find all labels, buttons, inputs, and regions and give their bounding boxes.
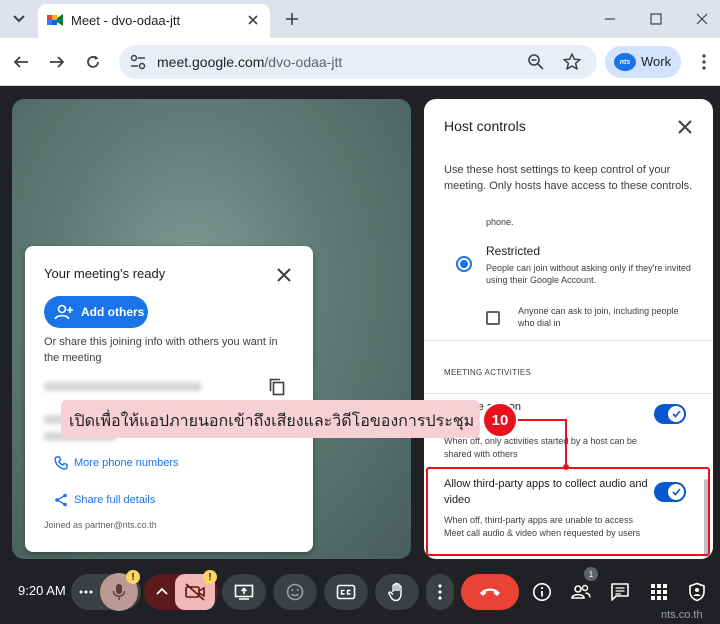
meeting-ready-title: Your meeting's ready [44,266,166,281]
host-controls-icon[interactable] [687,582,707,602]
raise-hand-button[interactable] [375,574,419,610]
check-icon [671,410,681,418]
person-add-icon [54,304,73,320]
hand-icon [388,582,402,602]
profile-button[interactable]: nts Work [605,46,681,78]
new-tab-button[interactable] [280,7,304,31]
chevron-down-icon [13,15,25,23]
arrow-left-icon [13,56,28,68]
copy-icon[interactable] [269,378,285,396]
add-others-label: Add others [81,305,145,319]
maximize-icon [650,13,662,25]
url-text: meet.google.com/dvo-odaa-jtt [157,54,342,70]
restricted-label: Restricted [486,244,541,258]
reload-icon [87,55,99,68]
url-path: /dvo-odaa-jtt [264,54,343,70]
arrow-right-icon [50,56,65,68]
people-count-badge: 1 [584,567,598,581]
tab-meet[interactable]: Meet - dvo-odaa-jtt [38,4,270,38]
profile-label: Work [641,54,672,69]
captions-icon [336,584,356,600]
share-addon-description: When off, only activities started by a h… [444,436,637,459]
anyone-ask-label: Anyone can ask to join, including people… [518,306,679,328]
joined-as-text: Joined as partner@nts.co.th [44,520,157,530]
restricted-description: People can join without asking only if t… [486,263,691,285]
more-vert-icon [438,584,442,600]
google-meet-icon [47,14,63,26]
captions-button[interactable] [324,574,368,610]
browser-toolbar: meet.google.com/dvo-odaa-jtt nts Work [0,38,720,86]
site-settings-icon[interactable] [129,53,147,71]
people-icon[interactable] [571,582,591,602]
leave-call-button[interactable] [461,574,519,610]
more-vert-icon [702,54,706,70]
apps-grid-icon[interactable] [649,582,669,602]
divider [424,393,713,394]
chevron-up-icon[interactable] [156,587,168,595]
more-horiz-icon[interactable] [79,590,93,594]
call-end-icon [480,588,500,596]
address-bar[interactable]: meet.google.com/dvo-odaa-jtt [119,45,597,79]
more-phone-numbers-label: More phone numbers [74,457,179,469]
camera-off-icon [185,583,205,601]
minimize-button[interactable] [595,6,625,32]
blurred-meeting-link [44,382,202,391]
annotation-text: เปิดเพื่อให้แอปภายนอกเข้าถึงเสียงและวิดี… [69,411,475,430]
close-icon [248,15,258,25]
plus-icon [286,13,298,25]
toggle-knob [668,406,684,422]
clipped-option-text: phone. [486,217,514,227]
highlight-box [426,467,710,556]
profile-logo-icon: nts [614,53,636,71]
share-full-details-label: Share full details [74,494,156,506]
anyone-ask-checkbox[interactable] [486,311,500,325]
window-close-button[interactable] [687,6,717,32]
close-icon[interactable] [675,117,695,137]
emoji-icon [286,583,304,601]
tab-close-button[interactable] [244,11,262,29]
info-icon[interactable] [532,582,552,602]
mic-warning-badge: ! [126,570,140,584]
phone-icon [54,456,68,470]
panel-description: Use these host settings to keep control … [444,164,693,192]
restricted-radio[interactable] [456,256,472,272]
share-info-text: Or share this joining info with others y… [44,336,278,364]
zoom-icon[interactable] [527,53,545,71]
watermark-text: nts.co.th [661,609,703,621]
maximize-button[interactable] [641,6,671,32]
tab-title: Meet - dvo-odaa-jtt [71,13,181,28]
minimize-icon [605,18,615,20]
divider [424,340,713,341]
share-icon [55,493,67,507]
tab-search-button[interactable] [6,6,32,32]
meeting-activities-heading: MEETING ACTIVITIES [444,368,532,377]
close-icon [696,13,708,25]
camera-warning-badge: ! [203,570,217,584]
present-screen-icon [234,584,254,600]
browser-menu-button[interactable] [694,50,714,74]
meeting-time: 9:20 AM [18,583,66,598]
close-icon[interactable] [274,265,294,285]
url-host: meet.google.com [157,54,265,70]
panel-title: Host controls [444,118,526,134]
reactions-button[interactable] [273,574,317,610]
share-addon-toggle[interactable] [654,404,686,424]
tab-strip: Meet - dvo-odaa-jtt [0,0,720,38]
back-button[interactable] [8,49,34,75]
meeting-ready-dialog: Your meeting's ready Add others Or share… [25,246,313,552]
forward-button[interactable] [44,49,70,75]
more-options-button[interactable] [426,574,454,610]
annotation-callout: เปิดเพื่อให้แอปภายนอกเข้าถึงเสียงและวิดี… [61,400,480,438]
chat-icon[interactable] [610,582,630,602]
bookmark-star-icon[interactable] [562,52,582,72]
reload-button[interactable] [80,49,106,75]
add-others-button[interactable]: Add others [44,296,148,328]
mic-icon [112,584,126,600]
present-button[interactable] [222,574,266,610]
step-badge: 10 [482,402,518,438]
